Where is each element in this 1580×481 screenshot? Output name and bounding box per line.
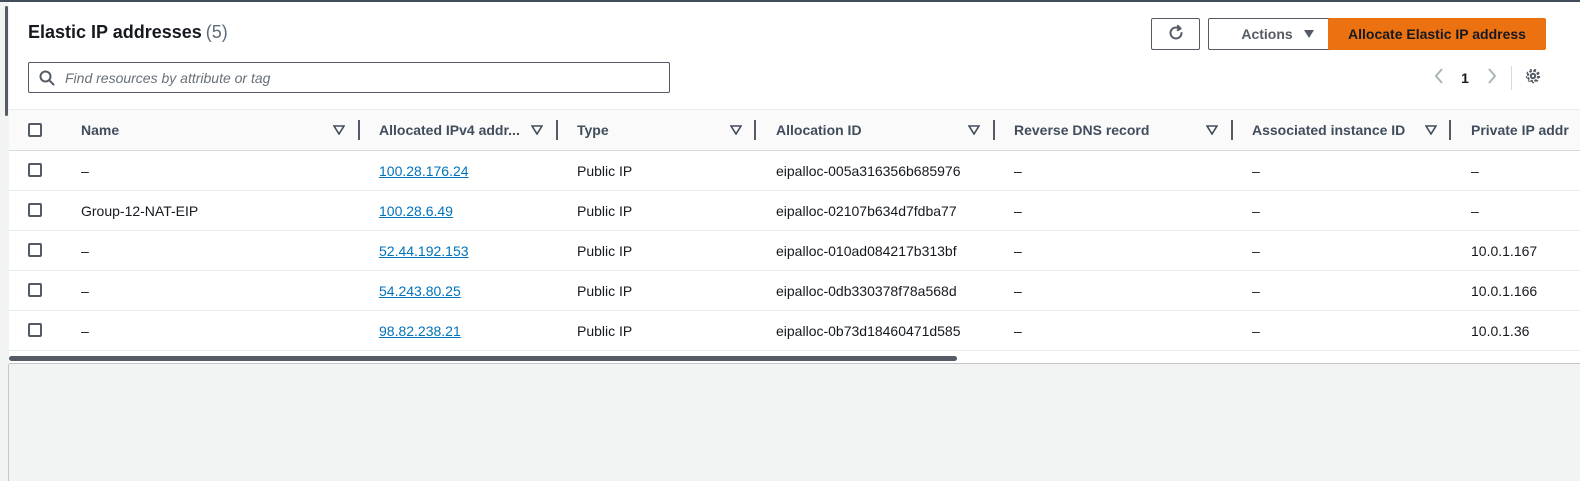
- refresh-icon: [1167, 24, 1185, 45]
- cell-type: Public IP: [577, 282, 633, 299]
- horizontal-scrollbar[interactable]: [9, 356, 957, 361]
- search-input[interactable]: [65, 64, 669, 91]
- gear-icon: [1524, 67, 1542, 90]
- item-count: (5): [205, 22, 228, 42]
- allocate-label: Allocate Elastic IP address: [1348, 26, 1526, 42]
- column-header-instance-id[interactable]: Associated instance ID: [1252, 110, 1422, 150]
- column-label: Name: [81, 122, 120, 138]
- chevron-left-icon: [1434, 67, 1444, 89]
- column-resizer[interactable]: [1231, 120, 1233, 140]
- cell-reverse-dns: –: [1014, 242, 1022, 259]
- column-resizer[interactable]: [358, 120, 360, 140]
- row-checkbox[interactable]: [28, 243, 42, 257]
- column-resizer[interactable]: [993, 120, 995, 140]
- cell-allocation-id: eipalloc-005a316356b685976: [776, 162, 961, 179]
- cell-reverse-dns: –: [1014, 322, 1022, 339]
- cell-name: –: [81, 242, 89, 259]
- cell-type: Public IP: [577, 162, 633, 179]
- table-header: Name Allocated IPv4 addr... Type Allocat…: [9, 109, 1580, 151]
- cell-type: Public IP: [577, 322, 633, 339]
- sort-icon[interactable]: [1205, 123, 1219, 137]
- column-header-ipv4[interactable]: Allocated IPv4 addr...: [379, 110, 527, 150]
- left-resize-handle[interactable]: [5, 6, 8, 116]
- current-page-number[interactable]: 1: [1458, 64, 1472, 92]
- cell-ip-link[interactable]: 100.28.6.49: [379, 203, 453, 219]
- page-title: Elastic IP addresses (5): [28, 22, 228, 43]
- row-checkbox[interactable]: [28, 203, 42, 217]
- cell-allocation-id: eipalloc-010ad084217b313bf: [776, 242, 957, 259]
- cell-reverse-dns: –: [1014, 162, 1022, 179]
- column-resizer[interactable]: [1449, 120, 1451, 140]
- sort-icon[interactable]: [967, 123, 981, 137]
- cell-allocation-id: eipalloc-02107b634d7fdba77: [776, 202, 957, 219]
- column-label: Private IP addr: [1471, 122, 1569, 138]
- cell-allocation-id: eipalloc-0db330378f78a568d: [776, 282, 957, 299]
- cell-allocation-id: eipalloc-0b73d18460471d585: [776, 322, 961, 339]
- column-resizer[interactable]: [556, 120, 558, 140]
- refresh-button[interactable]: [1151, 18, 1200, 50]
- sort-icon[interactable]: [530, 123, 544, 137]
- row-checkbox[interactable]: [28, 163, 42, 177]
- cell-ip-link[interactable]: 52.44.192.153: [379, 243, 469, 259]
- allocate-elastic-ip-button[interactable]: Allocate Elastic IP address: [1328, 18, 1546, 50]
- chevron-right-icon: [1487, 67, 1497, 89]
- elastic-ip-panel: Elastic IP addresses (5) Actions Allocate…: [9, 2, 1580, 364]
- column-label: Associated instance ID: [1252, 122, 1406, 138]
- column-header-name[interactable]: Name: [81, 110, 326, 150]
- previous-page-button[interactable]: [1429, 64, 1449, 92]
- cell-instance-id: –: [1252, 202, 1260, 219]
- cell-instance-id: –: [1252, 282, 1260, 299]
- cell-private-ip: 10.0.1.36: [1471, 322, 1530, 339]
- column-header-private-ip[interactable]: Private IP addr: [1471, 110, 1580, 150]
- search-icon: [29, 62, 65, 93]
- cell-type: Public IP: [577, 242, 633, 259]
- cell-private-ip: –: [1471, 162, 1479, 179]
- cell-instance-id: –: [1252, 322, 1260, 339]
- sort-icon[interactable]: [729, 123, 743, 137]
- sort-icon[interactable]: [332, 123, 346, 137]
- pagination-divider: [1511, 66, 1512, 90]
- cell-ip-link[interactable]: 54.243.80.25: [379, 283, 461, 299]
- actions-dropdown-button[interactable]: Actions: [1208, 18, 1348, 50]
- table-row[interactable]: – 52.44.192.153 Public IP eipalloc-010ad…: [9, 231, 1580, 271]
- table-row[interactable]: – 98.82.238.21 Public IP eipalloc-0b73d1…: [9, 311, 1580, 351]
- search-field[interactable]: [28, 62, 670, 93]
- cell-instance-id: –: [1252, 162, 1260, 179]
- column-label: Type: [577, 122, 609, 138]
- table-row[interactable]: – 54.243.80.25 Public IP eipalloc-0db330…: [9, 271, 1580, 311]
- table-preferences-button[interactable]: [1521, 64, 1545, 92]
- cell-name: –: [81, 322, 89, 339]
- cell-name: –: [81, 282, 89, 299]
- table-row[interactable]: – 100.28.176.24 Public IP eipalloc-005a3…: [9, 151, 1580, 191]
- cell-ip-link[interactable]: 98.82.238.21: [379, 323, 461, 339]
- cell-name: –: [81, 162, 89, 179]
- title-text: Elastic IP addresses: [28, 22, 202, 42]
- cell-name: Group-12-NAT-EIP: [81, 202, 199, 219]
- column-label: Reverse DNS record: [1014, 122, 1150, 138]
- table-row[interactable]: Group-12-NAT-EIP 100.28.6.49 Public IP e…: [9, 191, 1580, 231]
- column-label: Allocation ID: [776, 122, 862, 138]
- elastic-ip-table: Name Allocated IPv4 addr... Type Allocat…: [9, 109, 1580, 351]
- next-page-button[interactable]: [1482, 64, 1502, 92]
- select-all-checkbox[interactable]: [28, 123, 42, 137]
- cell-ip-link[interactable]: 100.28.176.24: [379, 163, 469, 179]
- actions-label: Actions: [1241, 26, 1293, 42]
- cell-private-ip: 10.0.1.166: [1471, 282, 1538, 299]
- column-header-allocation-id[interactable]: Allocation ID: [776, 110, 966, 150]
- column-label: Allocated IPv4 addr...: [379, 122, 520, 138]
- sort-icon[interactable]: [1424, 123, 1438, 137]
- cell-instance-id: –: [1252, 242, 1260, 259]
- row-checkbox[interactable]: [28, 283, 42, 297]
- column-header-type[interactable]: Type: [577, 110, 717, 150]
- cell-reverse-dns: –: [1014, 282, 1022, 299]
- column-resizer[interactable]: [754, 120, 756, 140]
- cell-type: Public IP: [577, 202, 633, 219]
- cell-reverse-dns: –: [1014, 202, 1022, 219]
- cell-private-ip: 10.0.1.167: [1471, 242, 1538, 259]
- caret-down-icon: [1303, 26, 1315, 42]
- empty-detail-area: [8, 364, 1580, 481]
- row-checkbox[interactable]: [28, 323, 42, 337]
- column-header-reverse-dns[interactable]: Reverse DNS record: [1014, 110, 1204, 150]
- cell-private-ip: –: [1471, 202, 1479, 219]
